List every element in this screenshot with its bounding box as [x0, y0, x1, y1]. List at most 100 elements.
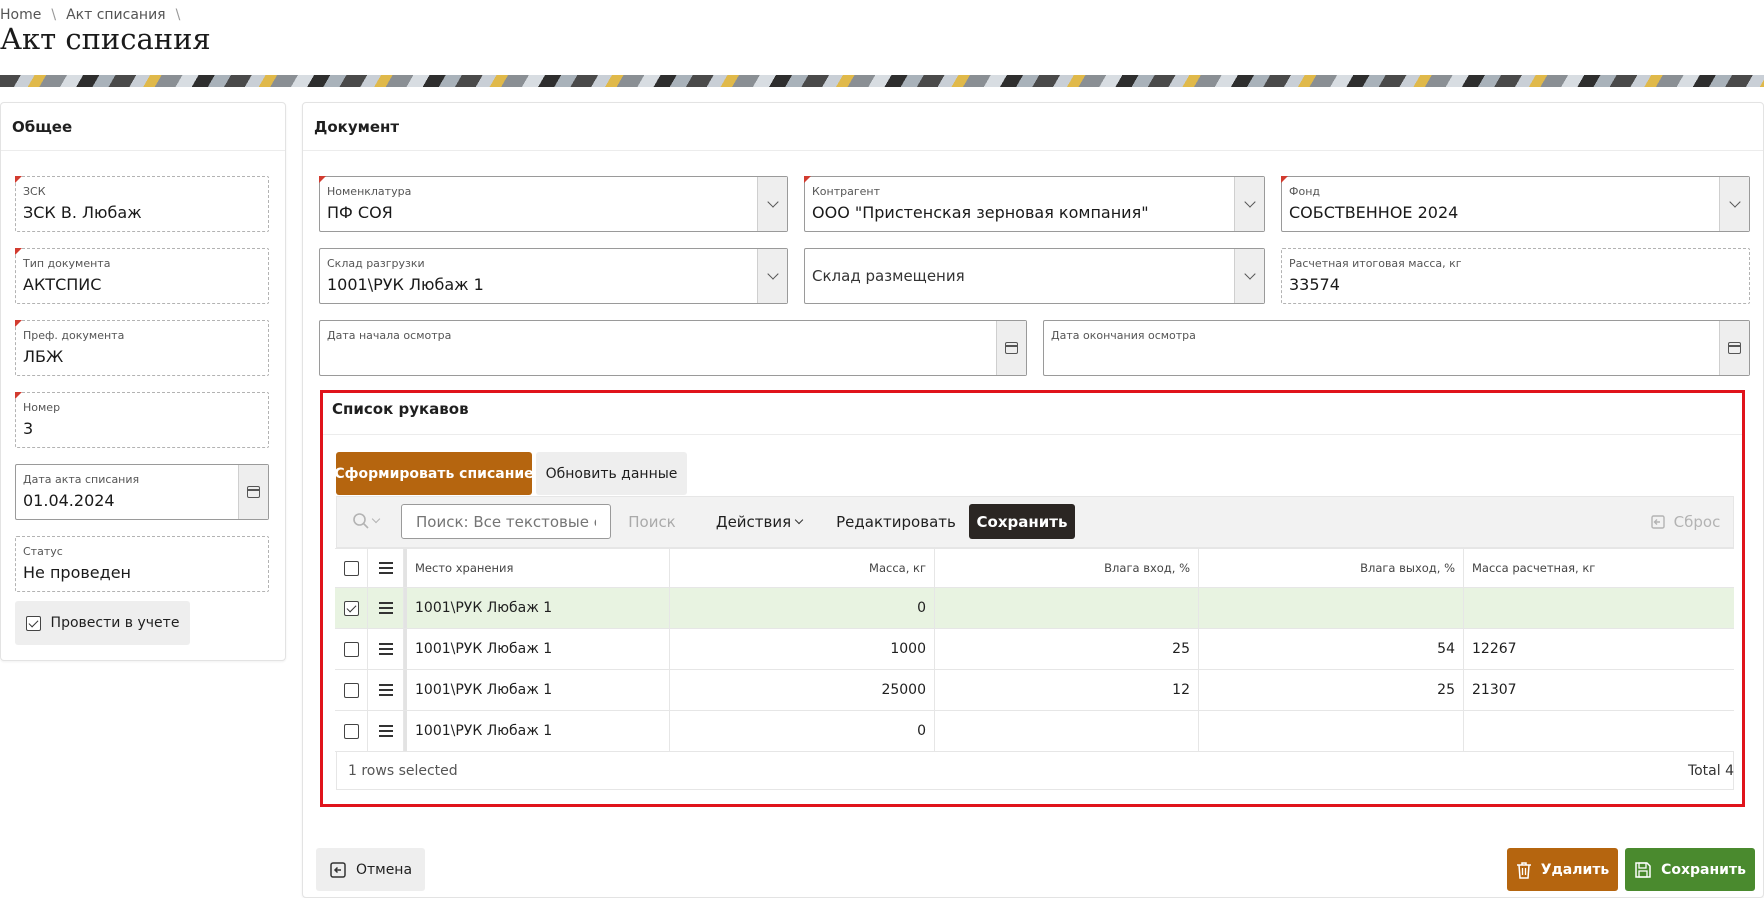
cell-mass[interactable]: 25000 — [670, 670, 935, 710]
rows-selected-text: 1 rows selected — [348, 763, 458, 779]
calendar-button[interactable] — [238, 465, 268, 519]
cell-mass[interactable]: 1000 — [670, 629, 935, 669]
delete-button[interactable]: Удалить — [1507, 848, 1618, 891]
dropdown-button[interactable] — [1719, 177, 1749, 231]
document-card-title: Документ — [303, 103, 1763, 151]
column-header-location[interactable]: Место хранения — [404, 549, 670, 587]
row-checkbox[interactable] — [343, 682, 359, 698]
save-label: Сохранить — [1661, 861, 1746, 878]
column-header-calc-mass[interactable]: Масса расчетная, кг — [1464, 549, 1734, 587]
table-row[interactable]: 1001\РУК Любаж 1 0 — [335, 711, 1734, 752]
field-value: 33574 — [1289, 275, 1340, 294]
post-in-accounting-checkbox[interactable]: Провести в учете — [15, 601, 190, 645]
cell-moisture-out[interactable]: 54 — [1199, 629, 1464, 669]
cell-calc-mass[interactable]: 21307 — [1464, 670, 1734, 710]
table-row[interactable]: 1001\РУК Любаж 1 25000 12 25 21307 — [335, 670, 1734, 711]
cell-moisture-in[interactable] — [935, 711, 1199, 751]
search-column-selector[interactable] — [352, 509, 390, 533]
cell-moisture-in[interactable] — [935, 588, 1199, 628]
search-input[interactable] — [401, 504, 611, 539]
field-label: Расчетная итоговая масса, кг — [1289, 257, 1462, 270]
select-all-checkbox[interactable] — [343, 560, 359, 576]
field-value: АКТСПИС — [23, 275, 102, 294]
dropdown-button[interactable] — [1234, 249, 1264, 303]
field-label: ЗСК — [23, 185, 46, 198]
field-label: Номер — [23, 401, 61, 414]
field-value: 1001\РУК Любаж 1 — [327, 275, 484, 294]
table-row[interactable]: 1001\РУК Любаж 1 1000 25 54 12267 — [335, 629, 1734, 670]
field-label: Фонд — [1289, 185, 1320, 198]
actions-menu-button[interactable]: Действия — [712, 506, 806, 538]
document-type-field[interactable]: Тип документа АКТСПИС — [15, 248, 269, 304]
row-actions-cell — [368, 670, 404, 710]
cell-location[interactable]: 1001\РУК Любаж 1 — [404, 588, 670, 628]
inspection-end-field[interactable]: Дата окончания осмотра — [1043, 320, 1750, 376]
row-menu-icon[interactable] — [378, 725, 393, 737]
row-checkbox[interactable] — [343, 641, 359, 657]
writeoff-date-field[interactable]: Дата акта списания 01.04.2024 — [15, 464, 269, 520]
row-checkbox[interactable] — [343, 723, 359, 739]
cell-location[interactable]: 1001\РУК Любаж 1 — [404, 711, 670, 751]
dropdown-button[interactable] — [757, 249, 787, 303]
save-button[interactable]: Сохранить — [1625, 848, 1755, 891]
row-menu-icon[interactable] — [378, 684, 393, 696]
calendar-button[interactable] — [1719, 321, 1749, 375]
dropdown-button[interactable] — [757, 177, 787, 231]
cell-mass[interactable]: 0 — [670, 588, 935, 628]
column-header-mass[interactable]: Масса, кг — [670, 549, 935, 587]
cell-calc-mass[interactable]: 12267 — [1464, 629, 1734, 669]
unload-warehouse-select[interactable]: Склад разгрузки 1001\РУК Любаж 1 — [319, 248, 788, 304]
breadcrumb-current[interactable]: Акт списания — [66, 7, 166, 23]
cell-mass[interactable]: 0 — [670, 711, 935, 751]
fund-select[interactable]: Фонд СОБСТВЕННОЕ 2024 — [1281, 176, 1750, 232]
edit-button[interactable]: Редактировать — [834, 506, 958, 538]
cell-calc-mass[interactable] — [1464, 588, 1734, 628]
cell-moisture-out[interactable] — [1199, 711, 1464, 751]
field-label: Дата окончания осмотра — [1051, 329, 1196, 342]
row-menu-icon[interactable] — [378, 602, 393, 614]
nomenclature-select[interactable]: Номенклатура ПФ СОЯ — [319, 176, 788, 232]
inspection-start-field[interactable]: Дата начала осмотра — [319, 320, 1027, 376]
search-button[interactable]: Поиск — [622, 506, 682, 538]
cell-moisture-in[interactable]: 25 — [935, 629, 1199, 669]
required-marker — [15, 248, 22, 255]
chevron-down-icon — [371, 514, 381, 524]
breadcrumb-separator: \ — [51, 7, 57, 23]
cancel-button[interactable]: Отмена — [316, 848, 425, 891]
cell-moisture-out[interactable]: 25 — [1199, 670, 1464, 710]
menu-icon[interactable] — [378, 562, 393, 574]
column-header-moisture-out[interactable]: Влага выход, % — [1199, 549, 1464, 587]
cell-calc-mass[interactable] — [1464, 711, 1734, 751]
sleeves-title-divider — [323, 434, 1742, 435]
placement-warehouse-select[interactable]: Склад размещения — [804, 248, 1265, 304]
chevron-down-icon — [1243, 196, 1256, 208]
column-header-moisture-in[interactable]: Влага вход, % — [935, 549, 1199, 587]
actions-label: Действия — [715, 513, 792, 531]
cell-location[interactable]: 1001\РУК Любаж 1 — [404, 670, 670, 710]
form-writeoff-button[interactable]: Сформировать списание — [334, 452, 534, 495]
reset-button[interactable]: Сброс — [1640, 506, 1730, 538]
table-row[interactable]: 1001\РУК Любаж 1 0 — [335, 588, 1734, 629]
zsk-field[interactable]: ЗСК ЗСК В. Любаж — [15, 176, 269, 232]
chevron-down-icon — [794, 515, 804, 525]
field-value: ООО "Пристенская зерновая компания" — [812, 203, 1149, 222]
number-field[interactable]: Номер 3 — [15, 392, 269, 448]
document-prefix-field[interactable]: Преф. документа ЛБЖ — [15, 320, 269, 376]
checkbox-icon — [25, 615, 41, 631]
row-menu-icon[interactable] — [378, 643, 393, 655]
row-select-cell — [335, 629, 368, 669]
total-mass-field: Расчетная итоговая масса, кг 33574 — [1281, 248, 1750, 304]
cell-moisture-out[interactable] — [1199, 588, 1464, 628]
row-checkbox[interactable] — [343, 600, 359, 616]
cell-moisture-in[interactable]: 12 — [935, 670, 1199, 710]
calendar-button[interactable] — [996, 321, 1026, 375]
grid-save-button[interactable]: Сохранить — [969, 504, 1075, 539]
counterparty-select[interactable]: Контрагент ООО "Пристенская зерновая ком… — [804, 176, 1265, 232]
field-label: Статус — [23, 545, 63, 558]
dropdown-button[interactable] — [1234, 177, 1264, 231]
calendar-icon — [1005, 342, 1018, 354]
breadcrumb-home[interactable]: Home — [0, 7, 41, 23]
sleeves-title: Список рукавов — [332, 400, 469, 418]
cell-location[interactable]: 1001\РУК Любаж 1 — [404, 629, 670, 669]
refresh-data-button[interactable]: Обновить данные — [536, 452, 687, 495]
